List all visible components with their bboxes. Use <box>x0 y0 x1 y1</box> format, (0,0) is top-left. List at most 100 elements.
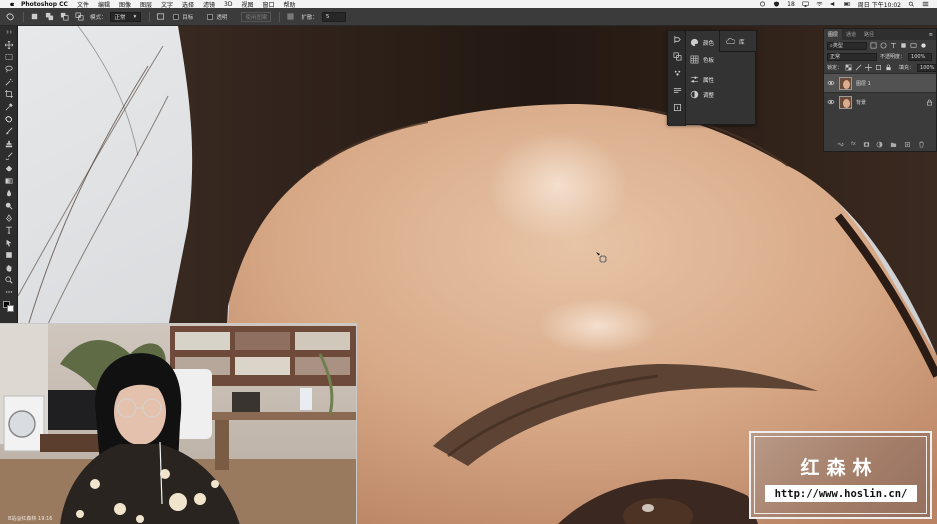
link-layers-icon[interactable] <box>837 141 844 148</box>
more-tools-icon[interactable] <box>0 286 18 298</box>
magic-wand-icon[interactable] <box>0 76 18 88</box>
background-color[interactable] <box>7 304 14 312</box>
lock-brush-icon[interactable] <box>855 64 862 71</box>
battery-icon[interactable] <box>843 1 851 7</box>
panel-adjustments[interactable]: 调整 <box>690 86 714 103</box>
shield-icon[interactable] <box>773 1 780 7</box>
panel-menu-icon[interactable]: ≡ <box>929 32 936 38</box>
menu-window[interactable]: 窗口 <box>263 0 275 9</box>
eraser-tool-icon[interactable] <box>0 162 18 174</box>
add-selection-icon[interactable] <box>45 12 54 21</box>
subtract-selection-icon[interactable] <box>60 12 69 21</box>
tab-paths[interactable]: 路径 <box>860 31 878 38</box>
blur-tool-icon[interactable] <box>0 187 18 199</box>
color-swatches[interactable] <box>0 299 18 313</box>
eyedropper-icon[interactable] <box>0 100 18 112</box>
dodge-tool-icon[interactable] <box>0 199 18 211</box>
transparent-option[interactable]: 透明 <box>199 13 227 21</box>
info-icon[interactable] <box>668 99 686 116</box>
opacity-input[interactable]: 100% <box>908 52 933 61</box>
patch-tool-icon[interactable] <box>0 113 18 125</box>
menu-select[interactable]: 选择 <box>182 0 194 9</box>
filter-toggle-icon[interactable] <box>920 42 927 49</box>
zoom-tool-icon[interactable] <box>0 274 18 286</box>
blend-mode-select[interactable]: 正常 <box>827 52 877 61</box>
paragraph-icon[interactable] <box>668 82 686 99</box>
eye-icon[interactable] <box>827 79 835 87</box>
pattern-swatch-icon[interactable] <box>286 12 295 21</box>
filter-shape-icon[interactable] <box>900 42 907 49</box>
layer-name[interactable]: 背景 <box>856 99 866 106</box>
target-option[interactable]: 目标 <box>171 13 193 21</box>
gradient-tool-icon[interactable] <box>0 175 18 187</box>
type-tool-icon[interactable] <box>0 224 18 236</box>
use-pattern-label[interactable]: 使用图案 <box>241 11 272 22</box>
stamp-tool-icon[interactable] <box>0 138 18 150</box>
intersect-selection-icon[interactable] <box>75 12 84 21</box>
transparent-checkbox[interactable] <box>207 13 214 20</box>
menu-edit[interactable]: 编辑 <box>98 0 110 9</box>
layer-row-layer1[interactable]: 图层 1 <box>824 73 936 92</box>
adjustment-layer-icon[interactable] <box>876 141 883 148</box>
brush-tool-icon[interactable] <box>0 125 18 137</box>
tab-channels[interactable]: 通道 <box>842 31 860 38</box>
trash-icon[interactable] <box>918 141 925 148</box>
tab-layers[interactable]: 图层 <box>824 29 843 40</box>
path-select-icon[interactable] <box>0 237 18 249</box>
lock-all-icon[interactable] <box>885 64 892 71</box>
history-icon[interactable] <box>668 31 686 48</box>
fx-icon[interactable]: fx <box>851 141 856 147</box>
menu-view[interactable]: 视图 <box>241 0 253 9</box>
layer-filter-select[interactable]: ⌕ 类型 <box>827 41 867 50</box>
pen-tool-icon[interactable] <box>0 212 18 224</box>
menu-3d[interactable]: 3D <box>224 1 232 8</box>
patch-tool-icon[interactable] <box>6 12 15 21</box>
menu-image[interactable]: 图像 <box>119 0 131 9</box>
layer-row-background[interactable]: 背景 <box>824 92 936 111</box>
new-selection-icon[interactable] <box>30 12 39 21</box>
lock-pixels-icon[interactable] <box>845 64 852 71</box>
add-mask-icon[interactable] <box>863 141 870 148</box>
shape-tool-icon[interactable] <box>0 249 18 261</box>
filter-adjust-icon[interactable] <box>880 42 887 49</box>
crop-tool-icon[interactable] <box>0 88 18 100</box>
hand-tool-icon[interactable] <box>0 261 18 273</box>
clock[interactable]: 周日 下午10:02 <box>858 0 901 9</box>
source-icon[interactable] <box>156 12 165 21</box>
panel-libraries[interactable]: 库 <box>726 33 745 50</box>
new-layer-icon[interactable] <box>904 141 911 148</box>
menu-type[interactable]: 文字 <box>161 0 173 9</box>
app-name[interactable]: Photoshop CC <box>21 1 68 8</box>
history-brush-icon[interactable] <box>0 150 18 162</box>
collapse-arrows-icon[interactable] <box>0 26 18 38</box>
wifi-icon[interactable] <box>816 1 823 7</box>
list-icon[interactable] <box>922 1 929 7</box>
lock-artboard-icon[interactable] <box>875 64 882 71</box>
fill-input[interactable]: 100% <box>917 63 937 72</box>
layer-name[interactable]: 图层 1 <box>856 80 871 87</box>
group-folder-icon[interactable] <box>890 141 897 148</box>
target-checkbox[interactable] <box>173 13 180 20</box>
menu-file[interactable]: 文件 <box>77 0 89 9</box>
panel-swatches[interactable]: 色板 <box>690 51 714 68</box>
lasso-tool-icon[interactable] <box>0 63 18 75</box>
filter-smart-icon[interactable] <box>910 42 917 49</box>
filter-type-icon[interactable] <box>890 42 897 49</box>
panel-color[interactable]: 颜色 <box>690 34 714 51</box>
lock-move-icon[interactable] <box>865 64 873 71</box>
volume-icon[interactable] <box>830 1 837 7</box>
menu-help[interactable]: 帮助 <box>284 0 296 9</box>
spread-input[interactable]: 5 <box>321 11 346 22</box>
menu-filter[interactable]: 滤镜 <box>203 0 215 9</box>
filter-pixel-icon[interactable] <box>870 42 877 49</box>
menu-layer[interactable]: 图层 <box>140 0 152 9</box>
spotlight-icon[interactable] <box>908 1 915 7</box>
eye-icon[interactable] <box>827 98 835 106</box>
apple-icon[interactable] <box>8 1 15 8</box>
marquee-tool-icon[interactable] <box>0 51 18 63</box>
move-tool-icon[interactable] <box>0 38 18 50</box>
creative-cloud-icon[interactable] <box>759 1 766 7</box>
brush-settings-icon[interactable] <box>668 65 686 82</box>
clone-source-icon[interactable] <box>668 48 686 65</box>
airplay-icon[interactable] <box>802 1 809 7</box>
